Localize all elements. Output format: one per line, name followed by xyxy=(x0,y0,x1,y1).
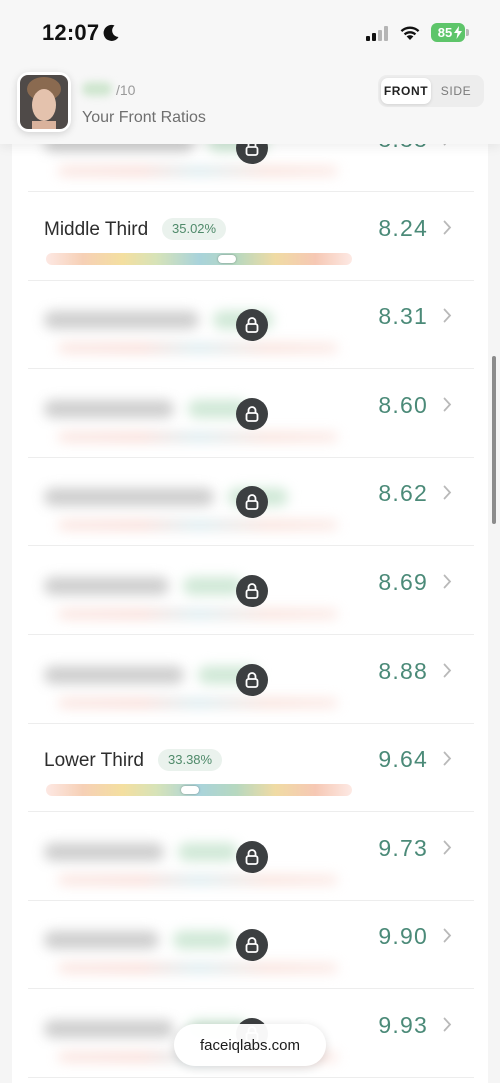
score-blurred xyxy=(82,82,112,96)
ratios-header: /10 Your Front Ratios FRONT SIDE xyxy=(0,62,500,144)
blurred-range-bar xyxy=(58,963,338,974)
ratio-score: 9.73 xyxy=(378,834,428,861)
ratio-row-locked[interactable]: 8.60 xyxy=(28,370,474,458)
status-bar: 12:07 85 xyxy=(0,0,500,62)
blurred-ratio-name xyxy=(44,311,199,330)
chevron-right-icon xyxy=(443,308,452,323)
ratio-row-locked[interactable]: 9.73 xyxy=(28,813,474,901)
view-toggle: FRONT SIDE xyxy=(378,75,484,107)
chevron-right-icon xyxy=(443,574,452,589)
padlock-glyph xyxy=(245,583,259,599)
padlock-glyph xyxy=(245,671,259,688)
ratio-row-locked[interactable]: 8.88 xyxy=(28,636,474,724)
padlock-glyph xyxy=(245,405,259,422)
chevron-right-icon xyxy=(443,928,452,943)
lock-icon[interactable] xyxy=(236,309,268,342)
battery-level: 85 xyxy=(437,25,453,40)
moon-icon xyxy=(103,24,119,41)
blurred-ratio-name xyxy=(44,665,184,684)
scrollbar[interactable] xyxy=(492,356,496,524)
lock-icon[interactable] xyxy=(236,840,268,873)
ratio-score: 9.93 xyxy=(378,1012,428,1038)
chevron-right-icon xyxy=(443,1017,452,1032)
blurred-range-bar xyxy=(58,874,338,885)
ratio-score: 8.60 xyxy=(378,391,428,418)
range-bar xyxy=(46,252,352,265)
wifi-icon xyxy=(400,26,420,40)
ratio-score: 9.64 xyxy=(378,746,428,773)
chevron-right-icon xyxy=(443,485,452,500)
blurred-range-bar xyxy=(58,343,338,354)
padlock-glyph xyxy=(245,937,259,954)
bolt-icon xyxy=(454,26,462,39)
blurred-range-bar xyxy=(58,609,338,619)
ratio-score: 9.90 xyxy=(378,923,428,950)
ratio-row[interactable]: Middle Third 35.02% 8.24 xyxy=(28,193,474,281)
lock-icon[interactable] xyxy=(236,663,268,696)
blurred-ratio-name xyxy=(44,1020,174,1038)
lock-icon[interactable] xyxy=(236,397,268,430)
blurred-range-bar xyxy=(58,697,338,708)
ratio-label: Lower Third xyxy=(44,750,144,772)
battery-icon: 85 xyxy=(431,23,465,42)
ratio-row-locked[interactable]: 8.69 xyxy=(28,547,474,635)
ratio-label: Middle Third xyxy=(44,218,149,240)
blurred-range-bar xyxy=(58,166,338,176)
range-marker xyxy=(217,254,236,263)
ratio-score: 8.62 xyxy=(378,480,428,507)
ratio-row-locked[interactable]: 8.31 xyxy=(28,281,474,370)
blurred-range-bar xyxy=(58,431,338,442)
ratio-row[interactable]: Lower Third 33.38% 9.64 xyxy=(28,724,474,813)
blurred-percent-pill xyxy=(173,931,233,950)
avatar[interactable] xyxy=(17,72,71,132)
tab-front[interactable]: FRONT xyxy=(381,78,431,104)
url-pill[interactable]: faceiqlabs.com xyxy=(174,1024,326,1066)
padlock-glyph xyxy=(245,848,259,865)
status-time: 12:07 xyxy=(42,20,100,45)
signal-icon xyxy=(366,26,388,41)
padlock-glyph xyxy=(245,317,259,334)
blurred-percent-pill xyxy=(183,577,243,595)
blurred-ratio-name xyxy=(44,399,174,418)
range-bar xyxy=(46,784,352,797)
ratio-row-locked[interactable]: 8.62 xyxy=(28,458,474,547)
chevron-right-icon xyxy=(443,397,452,412)
profile-photo xyxy=(20,75,68,129)
chevron-right-icon xyxy=(443,663,452,677)
blurred-range-bar xyxy=(58,520,338,531)
blurred-percent-pill xyxy=(178,842,238,861)
blurred-ratio-name xyxy=(44,842,164,861)
lock-icon[interactable] xyxy=(236,486,268,519)
battery-tip xyxy=(466,29,469,36)
page-title: Your Front Ratios xyxy=(82,109,206,126)
chevron-right-icon xyxy=(443,840,452,855)
ratio-score: 8.24 xyxy=(378,214,428,241)
score-suffix: /10 xyxy=(116,82,136,98)
blurred-ratio-name xyxy=(44,488,214,507)
ratio-row-locked[interactable]: 9.90 xyxy=(28,901,474,990)
lock-icon[interactable] xyxy=(236,929,268,962)
ratio-score: 8.69 xyxy=(378,569,428,595)
blurred-ratio-name xyxy=(44,577,169,595)
ratio-score: 8.31 xyxy=(378,303,428,330)
chevron-right-icon xyxy=(443,751,452,766)
percent-badge: 35.02% xyxy=(162,217,227,240)
tab-side[interactable]: SIDE xyxy=(431,78,481,104)
ratio-score: 8.88 xyxy=(378,657,428,684)
chevron-right-icon xyxy=(443,220,452,234)
range-marker xyxy=(180,786,199,795)
padlock-glyph xyxy=(245,494,259,511)
lock-icon[interactable] xyxy=(236,575,268,607)
blurred-ratio-name xyxy=(44,931,159,950)
percent-badge: 33.38% xyxy=(158,749,223,772)
